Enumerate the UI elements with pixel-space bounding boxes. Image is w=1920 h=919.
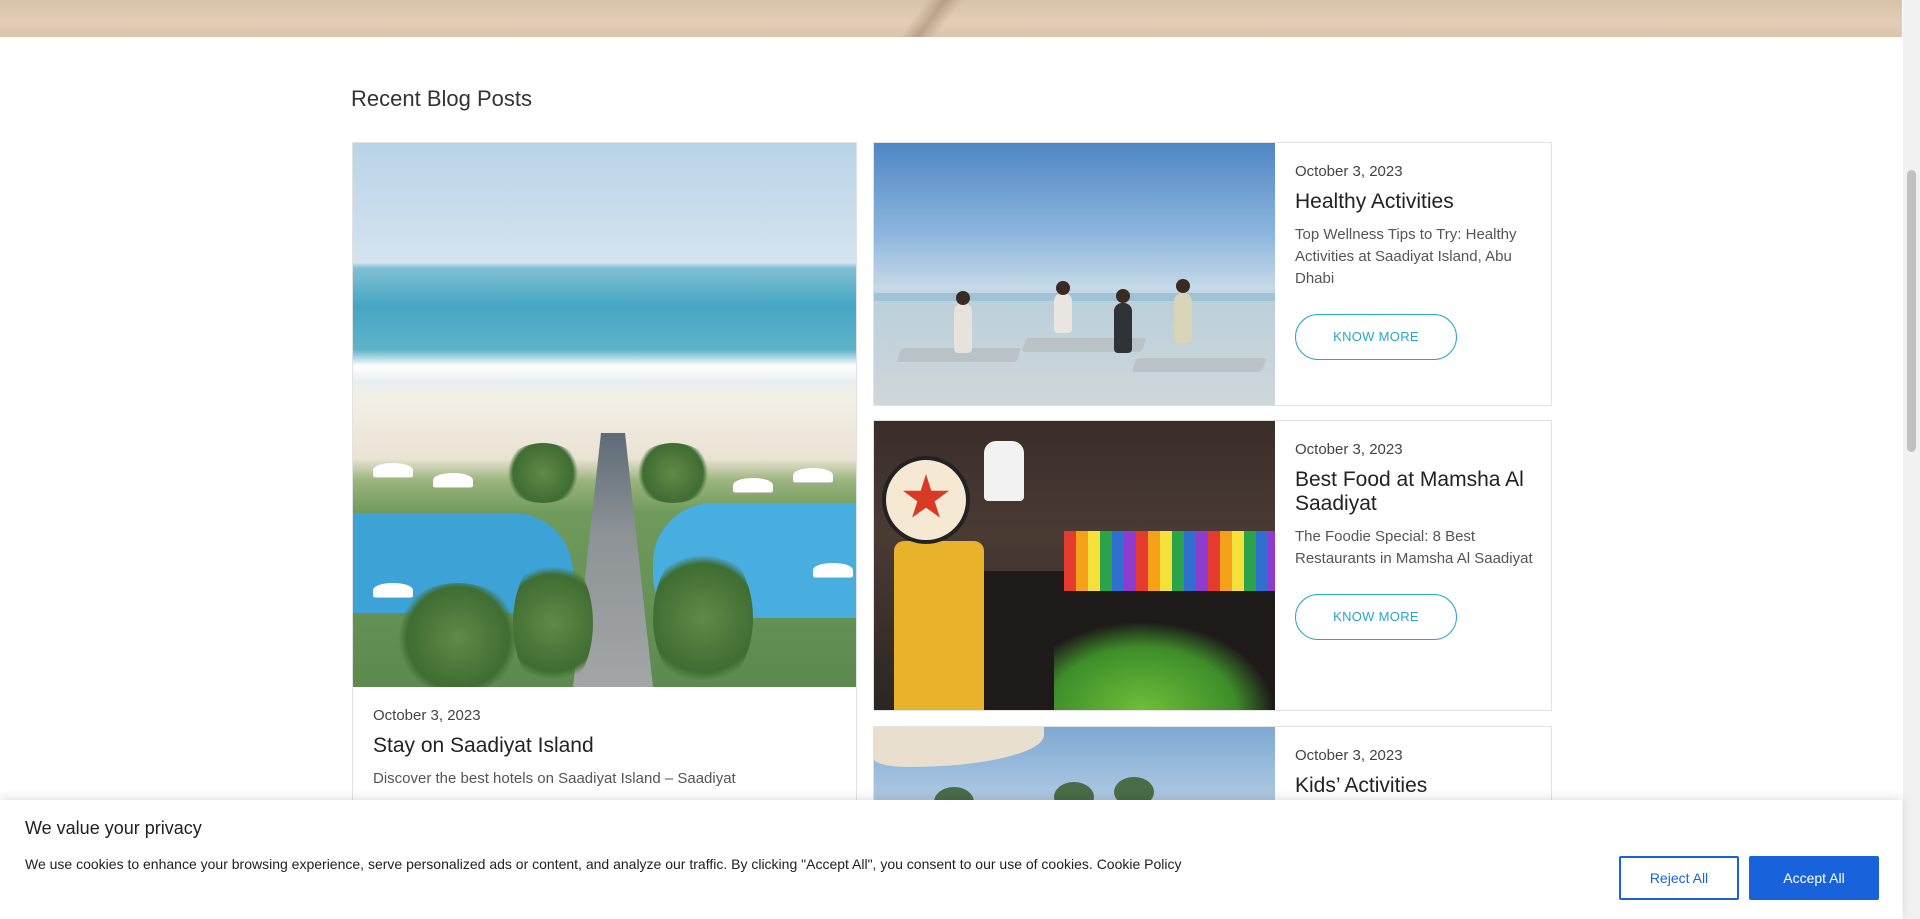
post-date: October 3, 2023 — [1295, 747, 1403, 764]
horizon-shape — [874, 293, 1275, 301]
person-head-shape — [956, 291, 970, 305]
parasol-shape — [874, 727, 1044, 767]
post-date: October 3, 2023 — [373, 707, 481, 724]
cookie-description: We use cookies to enhance your browsing … — [25, 856, 1182, 872]
palm-tree-shape — [393, 583, 523, 687]
palm-tree-shape — [653, 543, 753, 687]
yoga-mat-shape — [1131, 358, 1267, 372]
umbrella-shape — [373, 583, 413, 597]
person-head-shape — [1116, 289, 1130, 303]
person-shape — [1174, 293, 1192, 343]
umbrella-shape — [433, 473, 473, 487]
post-date: October 3, 2023 — [1295, 163, 1403, 180]
vertical-scrollbar[interactable] — [1903, 0, 1920, 919]
know-more-button[interactable]: KNOW MORE — [1295, 594, 1457, 640]
post-title[interactable]: Stay on Saadiyat Island — [373, 734, 836, 758]
palm-tree-shape — [513, 553, 593, 687]
yoga-image[interactable] — [874, 143, 1275, 405]
palm-tree-shape — [503, 443, 583, 503]
person-shape — [1114, 303, 1132, 353]
post-title[interactable]: Healthy Activities — [1295, 190, 1535, 214]
banner-decoration — [872, 0, 988, 37]
umbrella-shape — [733, 478, 773, 492]
umbrella-shape — [373, 463, 413, 477]
person-shape — [1054, 293, 1072, 333]
know-more-button[interactable]: KNOW MORE — [1295, 314, 1457, 360]
cookie-consent-banner: We value your privacy We use cookies to … — [0, 800, 1902, 919]
scrollbar-thumb[interactable] — [1907, 170, 1916, 452]
fuel-pump-shape — [894, 541, 984, 710]
blog-card-best-food[interactable]: October 3, 2023 Best Food at Mamsha Al S… — [873, 420, 1552, 711]
umbrella-shape — [793, 468, 833, 482]
colorful-blanket-shape — [1064, 531, 1275, 591]
person-head-shape — [1176, 279, 1190, 293]
section-title: Recent Blog Posts — [351, 86, 532, 111]
food-stall-image[interactable] — [874, 421, 1275, 710]
blog-card-featured[interactable]: October 3, 2023 Stay on Saadiyat Island … — [352, 142, 857, 842]
palm-tree-shape — [633, 443, 713, 503]
plants-shape — [1054, 621, 1275, 710]
person-head-shape — [1056, 281, 1070, 295]
cookie-text: We use cookies to enhance your browsing … — [25, 856, 1093, 872]
post-date: October 3, 2023 — [1295, 441, 1403, 458]
post-excerpt: The Foodie Special: 8 Best Restaurants i… — [1295, 528, 1533, 567]
umbrella-shape — [813, 563, 853, 577]
person-shape — [954, 303, 972, 353]
beach-resort-image[interactable] — [353, 143, 856, 687]
accept-all-button[interactable]: Accept All — [1749, 856, 1879, 900]
texaco-sign-shape — [882, 456, 970, 544]
blog-card-healthy-activities[interactable]: October 3, 2023 Healthy Activities Top W… — [873, 142, 1552, 406]
cookie-policy-link[interactable]: Cookie Policy — [1097, 856, 1182, 872]
reject-all-button[interactable]: Reject All — [1619, 856, 1739, 900]
chef-shape — [984, 441, 1024, 501]
cookie-title: We value your privacy — [25, 818, 202, 838]
hero-banner-bottom-edge — [0, 0, 1902, 37]
post-excerpt: Discover the best hotels on Saadiyat Isl… — [373, 770, 736, 787]
post-title[interactable]: Kids’ Activities — [1295, 774, 1535, 798]
post-excerpt: Top Wellness Tips to Try: Healthy Activi… — [1295, 226, 1517, 287]
post-title[interactable]: Best Food at Mamsha Al Saadiyat — [1295, 468, 1535, 516]
